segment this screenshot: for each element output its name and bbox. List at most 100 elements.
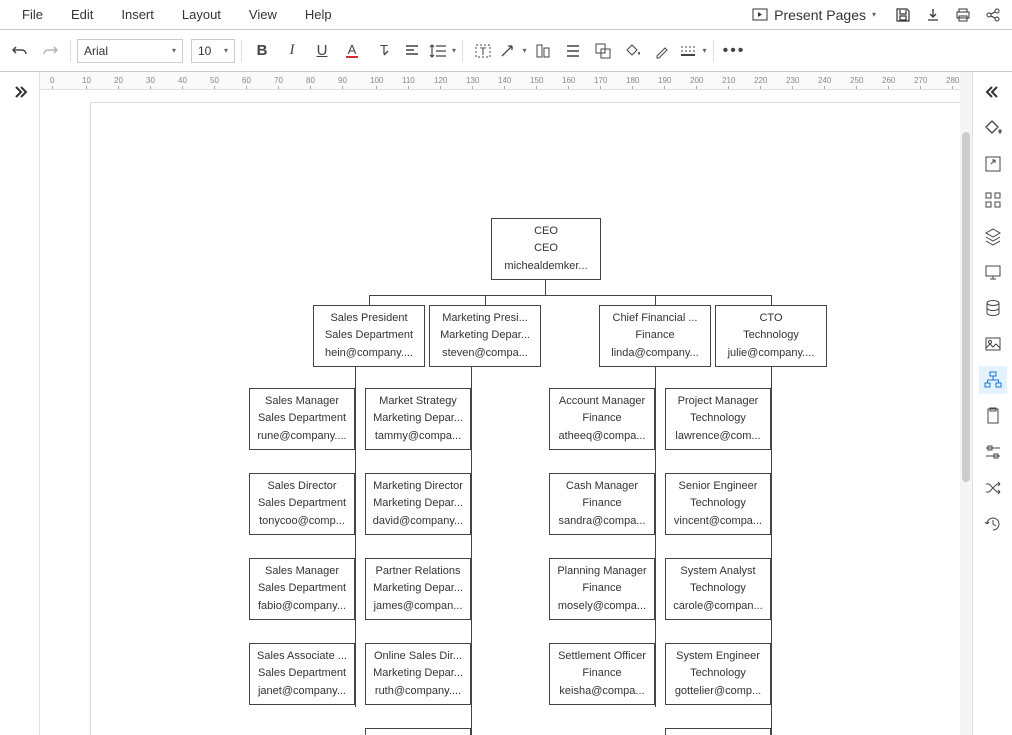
org-node-account-manager[interactable]: Account Manager Finance atheeq@compa... [549, 388, 655, 450]
org-title: System Engineer [672, 648, 764, 665]
export-icon [983, 154, 1003, 174]
menu-help[interactable]: Help [291, 1, 346, 28]
line-spacing-button[interactable]: ▾ [428, 37, 456, 65]
fill-color-button[interactable] [619, 37, 647, 65]
org-node-marketing-director[interactable]: Marketing Director Marketing Depar... da… [365, 473, 471, 535]
expand-left-sidebar-button[interactable] [6, 78, 34, 106]
org-dept: Finance [556, 410, 648, 427]
org-node-sales-manager-1[interactable]: Sales Manager Sales Department rune@comp… [249, 388, 355, 450]
underline-button[interactable]: U [308, 37, 336, 65]
redo-button[interactable] [36, 37, 64, 65]
org-node-cfo[interactable]: Chief Financial ... Finance linda@compan… [599, 305, 711, 367]
align-objects-button[interactable] [529, 37, 557, 65]
connector-button[interactable]: ▾ [499, 37, 527, 65]
horizontal-ruler: 0102030405060708090100110120130140150160… [40, 72, 972, 90]
org-email: janet@company... [256, 683, 348, 700]
collapse-right-sidebar-button[interactable] [979, 78, 1007, 106]
image-tool[interactable] [979, 330, 1007, 358]
menu-file[interactable]: File [8, 1, 57, 28]
org-dept: Technology [672, 410, 764, 427]
org-connector [545, 280, 546, 295]
font-size-select[interactable]: 10 ▾ [191, 39, 235, 63]
org-chart-tool[interactable] [979, 366, 1007, 394]
print-button[interactable] [952, 4, 974, 26]
ruler-tick: 160 [562, 72, 575, 90]
group-button[interactable] [589, 37, 617, 65]
org-title: Marketing Director [372, 478, 464, 495]
fill-tool[interactable] [979, 114, 1007, 142]
menu-insert[interactable]: Insert [107, 1, 168, 28]
chevron-down-icon: ▾ [702, 46, 706, 55]
org-node-ceo[interactable]: CEO CEO michealdemker... [491, 218, 601, 280]
org-node-sales-manager-2[interactable]: Sales Manager Sales Department fabio@com… [249, 558, 355, 620]
share-button[interactable] [982, 4, 1004, 26]
clear-format-button[interactable]: T [368, 37, 396, 65]
org-node-settlement-officer[interactable]: Settlement Officer Finance keisha@compa.… [549, 643, 655, 705]
save-button[interactable] [892, 4, 914, 26]
org-node-senior-engineer[interactable]: Senior Engineer Technology vincent@compa… [665, 473, 771, 535]
ruler-tick: 210 [722, 72, 735, 90]
present-pages-button[interactable]: Present Pages ▾ [744, 3, 884, 27]
menu-edit[interactable]: Edit [57, 1, 107, 28]
menu-layout[interactable]: Layout [168, 1, 235, 28]
org-node-system-analyst[interactable]: System Analyst Technology carole@compan.… [665, 558, 771, 620]
export-tool[interactable] [979, 150, 1007, 178]
org-email: tonycoo@comp... [256, 513, 348, 530]
more-button[interactable]: ••• [720, 37, 748, 65]
download-button[interactable] [922, 4, 944, 26]
org-node-sales-president[interactable]: Sales President Sales Department hein@co… [313, 305, 425, 367]
vertical-scrollbar[interactable] [960, 72, 972, 735]
org-email: hein@company.... [320, 345, 418, 362]
org-node-web-designer[interactable]: Web Designer Technology dammar@comp... [665, 728, 771, 735]
present-tool[interactable] [979, 258, 1007, 286]
menu-view[interactable]: View [235, 1, 291, 28]
org-node-campaign-manager[interactable]: Campaign Mana... Marketing Depar... mich… [365, 728, 471, 735]
org-node-marketing-president[interactable]: Marketing Presi... Marketing Depar... st… [429, 305, 541, 367]
org-title: System Analyst [672, 563, 764, 580]
ruler-tick: 20 [114, 72, 123, 90]
org-node-system-engineer[interactable]: System Engineer Technology gottelier@com… [665, 643, 771, 705]
text-box-button[interactable]: T [469, 37, 497, 65]
more-icon: ••• [723, 42, 746, 60]
scrollbar-thumb[interactable] [962, 132, 970, 482]
org-connector [471, 367, 472, 735]
font-color-button[interactable]: A [338, 37, 366, 65]
org-email: carole@compan... [672, 598, 764, 615]
org-node-market-strategy[interactable]: Market Strategy Marketing Depar... tammy… [365, 388, 471, 450]
org-email: gottelier@comp... [672, 683, 764, 700]
history-tool[interactable] [979, 510, 1007, 538]
ruler-tick: 260 [882, 72, 895, 90]
document-page[interactable]: CEO CEO michealdemker... Sales President… [90, 102, 970, 735]
data-tool[interactable] [979, 294, 1007, 322]
font-family-select[interactable]: Arial ▾ [77, 39, 183, 63]
bold-button[interactable]: B [248, 37, 276, 65]
canvas[interactable]: 0102030405060708090100110120130140150160… [40, 72, 972, 735]
undo-button[interactable] [6, 37, 34, 65]
org-email: linda@company... [606, 345, 704, 362]
border-color-button[interactable] [649, 37, 677, 65]
org-node-partner-relations[interactable]: Partner Relations Marketing Depar... jam… [365, 558, 471, 620]
org-node-planning-manager[interactable]: Planning Manager Finance mosely@compa... [549, 558, 655, 620]
org-node-online-sales-dir[interactable]: Online Sales Dir... Marketing Depar... r… [365, 643, 471, 705]
ruler-tick: 0 [50, 72, 54, 90]
distribute-icon [564, 42, 582, 60]
apps-tool[interactable] [979, 186, 1007, 214]
org-email: julie@company.... [722, 345, 820, 362]
align-button[interactable] [398, 37, 426, 65]
layers-tool[interactable] [979, 222, 1007, 250]
org-node-cash-manager[interactable]: Cash Manager Finance sandra@compa... [549, 473, 655, 535]
border-style-button[interactable]: ▾ [679, 37, 707, 65]
org-dept: Marketing Depar... [372, 495, 464, 512]
shuffle-tool[interactable] [979, 474, 1007, 502]
org-node-project-manager[interactable]: Project Manager Technology lawrence@com.… [665, 388, 771, 450]
org-node-sales-director[interactable]: Sales Director Sales Department tonycoo@… [249, 473, 355, 535]
org-title: Senior Engineer [672, 478, 764, 495]
chevron-down-icon: ▾ [172, 46, 176, 55]
clipboard-tool[interactable] [979, 402, 1007, 430]
italic-button[interactable]: I [278, 37, 306, 65]
org-node-cto[interactable]: CTO Technology julie@company.... [715, 305, 827, 367]
org-node-sales-associate[interactable]: Sales Associate ... Sales Department jan… [249, 643, 355, 705]
distribute-button[interactable] [559, 37, 587, 65]
timeline-tool[interactable] [979, 438, 1007, 466]
org-dept: Sales Department [256, 410, 348, 427]
